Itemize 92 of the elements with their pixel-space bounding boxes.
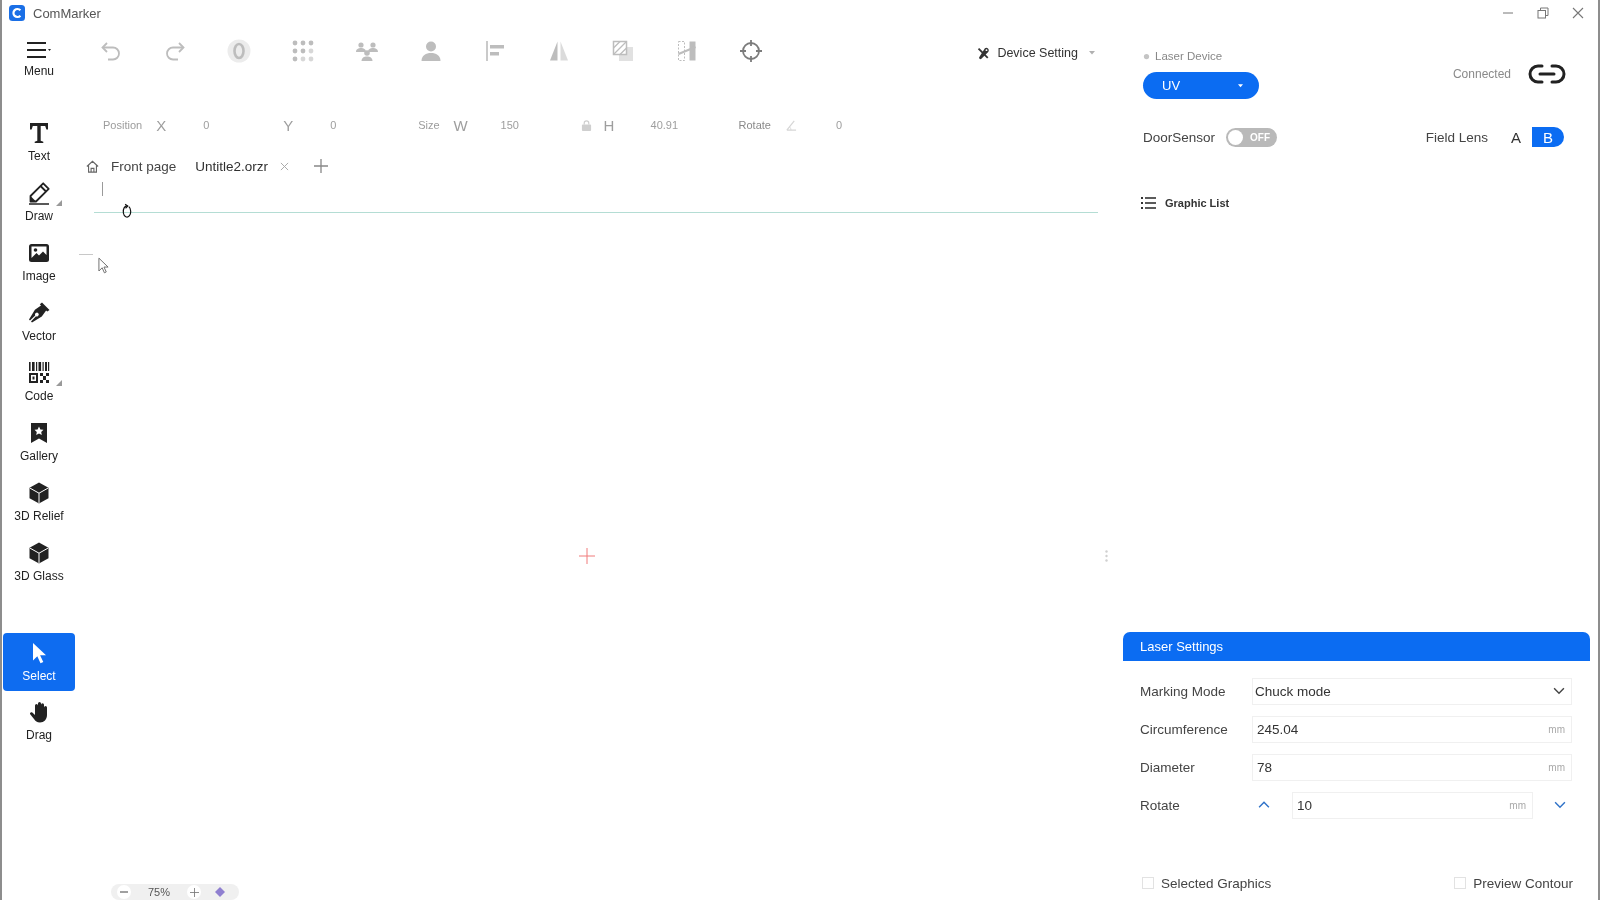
hatched-squares-icon: [611, 39, 635, 63]
plus-icon: [189, 887, 199, 897]
menu-icon: [26, 40, 52, 60]
link-icon[interactable]: [1527, 63, 1567, 85]
draw-tool-button[interactable]: Draw: [3, 173, 75, 231]
person-icon: [419, 39, 443, 63]
menu-button[interactable]: Menu: [9, 36, 69, 84]
oval-ring-icon: [227, 39, 251, 63]
letter-t-icon: [27, 121, 51, 145]
vector-tool-button[interactable]: Vector: [3, 293, 75, 351]
picture-icon: [27, 241, 51, 265]
split-bars-icon: [675, 39, 699, 63]
zoom-out-button[interactable]: [117, 885, 131, 899]
field-label: Rotate: [1140, 797, 1181, 813]
axis-label: Y: [283, 116, 295, 134]
axis-label: H: [603, 116, 616, 134]
gallery-tool-button[interactable]: Gallery: [3, 413, 75, 471]
cube-icon: [27, 481, 51, 505]
property-label: Position: [103, 119, 143, 131]
number-field[interactable]: 78 mm: [1252, 753, 1572, 781]
checkbox-label[interactable]: Preview Contour: [1473, 875, 1573, 891]
guide-dash: [79, 254, 93, 255]
redo-icon: [163, 39, 187, 63]
axis-label: W: [453, 116, 469, 134]
field-label: Marking Mode: [1140, 683, 1227, 699]
lens-option[interactable]: A: [1500, 127, 1532, 147]
text-tool-button[interactable]: Text: [3, 113, 75, 171]
plus-icon: [314, 159, 329, 173]
angle-icon: [784, 119, 797, 131]
close-icon: [1571, 7, 1584, 19]
restore-icon: [1536, 7, 1549, 19]
crossed-tools-icon: [976, 46, 991, 60]
zoom-in-button[interactable]: [187, 885, 201, 899]
number-field[interactable]: 245.04 mm: [1252, 715, 1572, 743]
home-icon: [85, 158, 100, 174]
device-setting-button[interactable]: Device Setting: [976, 41, 1095, 65]
chevron-down-icon: [1554, 801, 1566, 809]
text-caret: [102, 182, 103, 196]
minus-icon: [120, 891, 128, 893]
zoom-level: 75%: [147, 886, 171, 898]
people-icon: [355, 39, 379, 63]
mirror-icon: [547, 39, 571, 63]
pencil-icon: [27, 181, 51, 205]
checkbox-label[interactable]: Selected Graphics: [1161, 875, 1272, 891]
chevron-down-icon: [1553, 687, 1565, 695]
property-label: Rotate: [738, 119, 771, 131]
lock-icon[interactable]: [580, 119, 592, 131]
marking-mode-dropdown[interactable]: Chuck mode: [1252, 677, 1572, 705]
number-field[interactable]: 10 mm: [1292, 791, 1533, 819]
barcode-qr-icon: [27, 361, 51, 385]
dot-icon: [1143, 52, 1150, 60]
diamond-icon[interactable]: [215, 887, 225, 897]
image-tool-button[interactable]: Image: [3, 233, 75, 291]
lens-option[interactable]: B: [1532, 127, 1564, 147]
window-title: ComMarker: [33, 5, 101, 21]
field-label: Diameter: [1140, 759, 1196, 775]
document-tab[interactable]: Untitle2.orzr: [195, 154, 269, 178]
dot-grid-icon: [291, 39, 315, 63]
field-label: Laser Device: [1155, 50, 1223, 62]
field-label: Circumference: [1140, 721, 1229, 737]
list-icon: [1141, 196, 1156, 210]
connection-status: Connected: [1452, 67, 1511, 81]
crosshair-marker-icon: [579, 548, 595, 564]
glass-tool-button[interactable]: 3D Glass: [3, 533, 75, 591]
caret-icon: [1238, 83, 1243, 88]
select-tool-button[interactable]: Select: [3, 633, 75, 691]
align-left-icon: [483, 39, 507, 63]
checkbox[interactable]: [1142, 877, 1154, 889]
pen-nib-icon: [27, 301, 51, 325]
property-label: Size: [418, 119, 440, 131]
checkbox[interactable]: [1454, 877, 1467, 889]
rotate-arrow-icon[interactable]: [121, 202, 133, 220]
crosshair-icon: [739, 39, 763, 63]
chevron-up-icon: [1258, 801, 1270, 809]
drag-tool-button[interactable]: Drag: [3, 692, 75, 750]
mouse-cursor-icon: [98, 257, 109, 274]
laser-device-dropdown[interactable]: UV: [1143, 72, 1259, 99]
code-tool-button[interactable]: Code: [3, 353, 75, 411]
cube-icon: [27, 541, 51, 565]
dotted-mark-icon: [1105, 550, 1108, 562]
close-icon: [280, 161, 290, 171]
field-label: DoorSensor: [1143, 129, 1216, 145]
relief-tool-button[interactable]: 3D Relief: [3, 473, 75, 531]
app-logo-icon: [9, 5, 25, 21]
add-tab-button[interactable]: [314, 156, 329, 176]
undo-icon: [99, 39, 123, 63]
section-title: Graphic List: [1165, 197, 1230, 209]
document-tab[interactable]: Front page: [85, 154, 177, 178]
field-label: Field Lens: [1425, 129, 1488, 145]
caret-icon: [1089, 51, 1095, 55]
panel-header: Laser Settings: [1123, 632, 1590, 661]
axis-label: X: [156, 116, 168, 134]
